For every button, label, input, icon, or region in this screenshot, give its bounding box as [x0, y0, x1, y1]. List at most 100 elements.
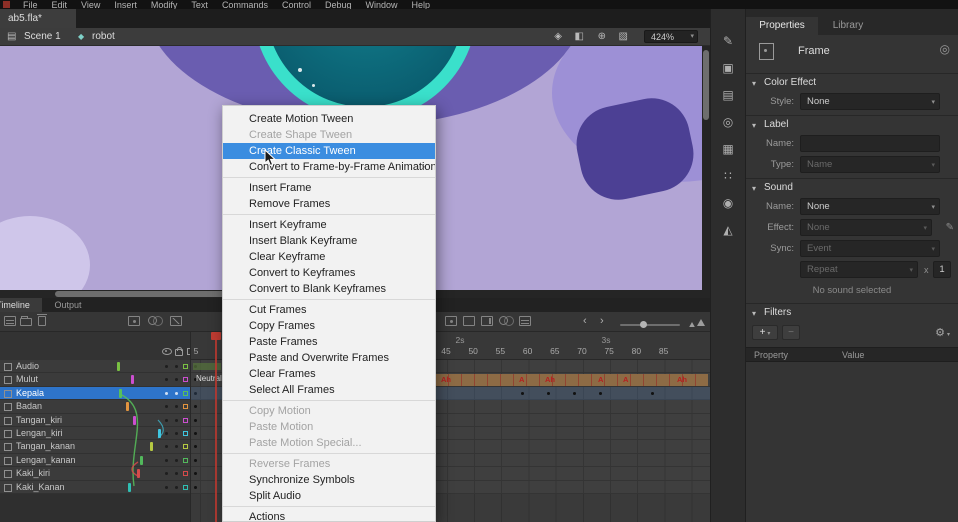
- tab-timeline[interactable]: Timeline: [0, 298, 42, 312]
- visibility-dot[interactable]: [165, 472, 168, 475]
- menu-item-create-motion-tween[interactable]: Create Motion Tween: [223, 111, 435, 127]
- grid-icon[interactable]: ▦: [711, 141, 745, 157]
- visibility-dot[interactable]: [165, 392, 168, 395]
- layer-tangan-kanan[interactable]: Tangan_kanan: [0, 440, 190, 453]
- section-filters[interactable]: ▾ Filters: [746, 307, 958, 321]
- sound-name-select[interactable]: None ▾: [800, 198, 940, 215]
- layer-lengan-kanan[interactable]: Lengan_kanan: [0, 454, 190, 467]
- menu-debug[interactable]: Debug: [318, 0, 359, 9]
- parenting-view-icon[interactable]: [148, 316, 157, 325]
- menu-item-insert-frame[interactable]: Insert Frame: [223, 180, 435, 196]
- new-folder-icon[interactable]: [20, 318, 32, 326]
- visibility-dot[interactable]: [165, 432, 168, 435]
- align-icon[interactable]: ▤: [711, 87, 745, 103]
- edit-multiple-frames-icon[interactable]: [519, 316, 531, 326]
- layer-lengan-kiri[interactable]: Lengan_kiri: [0, 427, 190, 440]
- tab-properties[interactable]: Properties: [746, 17, 818, 35]
- lock-dot[interactable]: [175, 486, 178, 489]
- menu-item-clear-keyframe[interactable]: Clear Keyframe: [223, 249, 435, 265]
- layer-audio[interactable]: Audio: [0, 360, 190, 373]
- menu-item-actions[interactable]: Actions: [223, 509, 435, 522]
- menu-commands[interactable]: Commands: [215, 0, 275, 9]
- layer-kepala[interactable]: Kepala: [0, 387, 190, 400]
- breadcrumb-symbol[interactable]: robot: [92, 28, 115, 46]
- onion-skin-icon[interactable]: [499, 316, 508, 325]
- zoom-in-frames-icon[interactable]: [697, 319, 705, 326]
- layer-kaki-kiri[interactable]: Kaki_kiri: [0, 467, 190, 480]
- filter-options-button[interactable]: ⚙▾: [935, 326, 950, 339]
- lock-dot[interactable]: [175, 392, 178, 395]
- delete-layer-icon[interactable]: [38, 316, 46, 326]
- tab-library[interactable]: Library: [818, 17, 878, 35]
- lock-dot[interactable]: [175, 472, 178, 475]
- menu-item-create-classic-tween[interactable]: Create Classic Tween: [223, 143, 435, 159]
- zoom-select[interactable]: 424% ▾: [644, 30, 698, 43]
- menu-item-convert-to-keyframes[interactable]: Convert to Keyframes: [223, 265, 435, 281]
- clip-content-icon[interactable]: ▧: [619, 28, 628, 46]
- slider-knob[interactable]: [640, 321, 647, 328]
- brush-icon[interactable]: ✎: [711, 33, 745, 49]
- snap-icon[interactable]: ∷: [711, 168, 745, 184]
- outline-swatch[interactable]: [183, 418, 188, 423]
- visibility-dot[interactable]: [165, 378, 168, 381]
- breadcrumb-scene[interactable]: Scene 1: [24, 28, 61, 46]
- section-color-effect[interactable]: ▾ Color Effect: [746, 77, 958, 91]
- outline-swatch[interactable]: [183, 364, 188, 369]
- layer-kaki-kanan[interactable]: Kaki_Kanan: [0, 481, 190, 494]
- style-select[interactable]: None ▾: [800, 93, 940, 110]
- playhead[interactable]: [215, 338, 217, 522]
- menu-modify[interactable]: Modify: [144, 0, 185, 9]
- label-name-input[interactable]: [800, 135, 940, 152]
- layer-tangan-kiri[interactable]: Tangan_kiri: [0, 414, 190, 427]
- menu-view[interactable]: View: [74, 0, 107, 9]
- outline-swatch[interactable]: [183, 444, 188, 449]
- tab-output[interactable]: Output: [44, 298, 92, 312]
- menu-item-select-all-frames[interactable]: Select All Frames: [223, 382, 435, 398]
- new-layer-icon[interactable]: [4, 316, 16, 326]
- menu-control[interactable]: Control: [275, 0, 318, 9]
- lock-dot[interactable]: [175, 378, 178, 381]
- menu-item-convert-to-blank-keyframes[interactable]: Convert to Blank Keyframes: [223, 281, 435, 297]
- document-tab[interactable]: ab5.fla*: [0, 9, 76, 28]
- visibility-dot[interactable]: [165, 419, 168, 422]
- menu-file[interactable]: File: [16, 0, 45, 9]
- scrollbar-thumb[interactable]: [703, 50, 709, 120]
- stage-vertical-scrollbar[interactable]: [702, 46, 710, 298]
- menu-item-split-audio[interactable]: Split Audio: [223, 488, 435, 504]
- menu-window[interactable]: Window: [359, 0, 405, 9]
- outline-swatch[interactable]: [183, 431, 188, 436]
- outline-swatch[interactable]: [183, 458, 188, 463]
- frames-icon[interactable]: ▣: [711, 60, 745, 76]
- menu-item-insert-blank-keyframe[interactable]: Insert Blank Keyframe: [223, 233, 435, 249]
- timeline-zoom-slider[interactable]: [620, 324, 680, 326]
- outline-swatch[interactable]: [183, 485, 188, 490]
- next-frame-icon[interactable]: ›: [600, 314, 604, 329]
- lock-dot[interactable]: [175, 432, 178, 435]
- center-stage-icon[interactable]: ⊕: [598, 28, 606, 46]
- lock-dot[interactable]: [175, 365, 178, 368]
- outline-swatch[interactable]: [183, 471, 188, 476]
- outline-swatch[interactable]: [183, 377, 188, 382]
- graph-view-icon[interactable]: [170, 316, 182, 326]
- insert-blank-keyframe-icon[interactable]: [463, 316, 475, 326]
- edit-symbol-icon[interactable]: ◈: [554, 28, 562, 46]
- info-icon[interactable]: ◎: [711, 114, 745, 130]
- outline-swatch[interactable]: [183, 391, 188, 396]
- visibility-dot[interactable]: [165, 459, 168, 462]
- visibility-dot[interactable]: [165, 445, 168, 448]
- visibility-dot[interactable]: [165, 405, 168, 408]
- zoom-out-frames-icon[interactable]: [689, 322, 695, 327]
- lock-dot[interactable]: [175, 445, 178, 448]
- prev-frame-icon[interactable]: ‹: [583, 314, 587, 329]
- lock-dot[interactable]: [175, 419, 178, 422]
- menu-item-cut-frames[interactable]: Cut Frames: [223, 302, 435, 318]
- camera-icon[interactable]: [128, 316, 140, 326]
- menu-edit[interactable]: Edit: [45, 0, 75, 9]
- scrollbar-thumb[interactable]: [55, 291, 225, 297]
- lock-dot[interactable]: [175, 459, 178, 462]
- section-label[interactable]: ▾ Label: [746, 119, 958, 133]
- visibility-dot[interactable]: [165, 486, 168, 489]
- layer-badan[interactable]: Badan: [0, 400, 190, 413]
- menu-item-remove-frames[interactable]: Remove Frames: [223, 196, 435, 212]
- menu-item-copy-frames[interactable]: Copy Frames: [223, 318, 435, 334]
